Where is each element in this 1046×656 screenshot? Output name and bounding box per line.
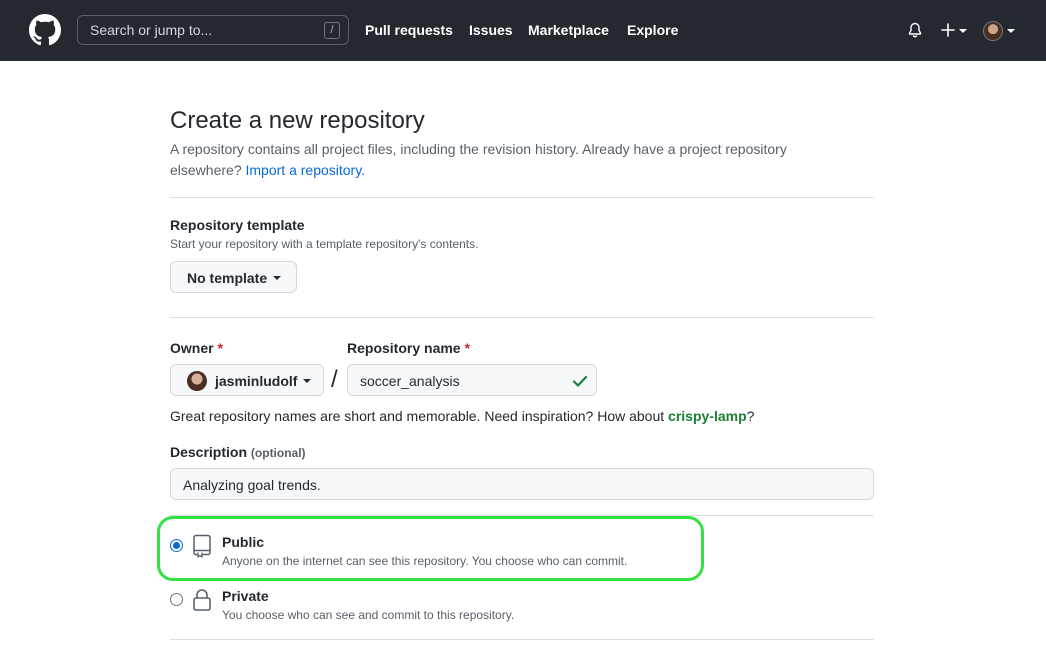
owner-avatar <box>187 371 207 391</box>
owner-repo-separator: / <box>331 366 338 393</box>
divider <box>170 197 874 198</box>
top-navbar: Search or jump to... / Pull requests Iss… <box>0 0 1046 61</box>
public-option-title[interactable]: Public <box>222 534 264 550</box>
search-shortcut-key: / <box>324 22 340 39</box>
create-new-caret-icon[interactable] <box>959 29 967 33</box>
chevron-down-icon <box>303 379 311 383</box>
helper-text: Great repository names are short and mem… <box>170 408 665 424</box>
check-icon <box>572 375 588 387</box>
private-radio[interactable] <box>170 593 183 606</box>
chevron-down-icon <box>273 276 281 280</box>
user-avatar[interactable] <box>983 21 1003 41</box>
lock-icon <box>193 589 211 611</box>
template-label: Repository template <box>170 217 305 233</box>
template-select-button[interactable]: No template <box>170 261 297 293</box>
required-marker: * <box>217 340 224 356</box>
name-suggestion-link[interactable]: crispy-lamp <box>668 408 747 424</box>
nav-explore[interactable]: Explore <box>627 22 678 38</box>
divider <box>170 317 874 318</box>
nav-pull-requests[interactable]: Pull requests <box>365 22 453 38</box>
repo-name-label-text: Repository name <box>347 340 461 356</box>
description-label-text: Description <box>170 444 248 460</box>
repo-name-input[interactable]: soccer_analysis <box>347 364 597 396</box>
page-title: Create a new repository <box>170 107 425 134</box>
repo-name-value: soccer_analysis <box>360 373 460 389</box>
template-select-label: No template <box>187 270 268 286</box>
github-logo-icon[interactable] <box>29 14 61 46</box>
owner-label: Owner * <box>170 340 223 356</box>
search-input[interactable]: Search or jump to... / <box>77 15 349 45</box>
create-new-plus-icon[interactable] <box>940 22 956 38</box>
repo-name-label: Repository name * <box>347 340 470 356</box>
search-placeholder: Search or jump to... <box>90 22 213 38</box>
repo-book-icon <box>193 534 211 558</box>
notifications-bell-icon[interactable] <box>907 22 923 39</box>
repo-name-helper: Great repository names are short and mem… <box>170 408 754 424</box>
owner-select-button[interactable]: jasminludolf <box>170 364 324 396</box>
public-radio[interactable] <box>170 539 183 552</box>
import-repository-link[interactable]: Import a repository. <box>246 162 366 178</box>
private-option-desc: You choose who can see and commit to thi… <box>222 608 515 622</box>
user-menu-caret-icon[interactable] <box>1007 29 1015 33</box>
description-label: Description (optional) <box>170 444 306 460</box>
description-input[interactable]: Analyzing goal trends. <box>170 468 874 500</box>
description-value: Analyzing goal trends. <box>183 477 321 493</box>
page-subtitle: A repository contains all project files,… <box>170 139 830 181</box>
optional-note: (optional) <box>250 446 306 460</box>
owner-label-text: Owner <box>170 340 214 356</box>
nav-marketplace[interactable]: Marketplace <box>528 22 609 38</box>
nav-issues[interactable]: Issues <box>469 22 513 38</box>
helper-end: ? <box>746 408 755 424</box>
owner-value: jasminludolf <box>215 373 298 389</box>
private-option-title[interactable]: Private <box>222 588 269 604</box>
divider <box>170 515 874 516</box>
template-note: Start your repository with a template re… <box>170 237 479 251</box>
public-option-desc: Anyone on the internet can see this repo… <box>222 554 628 568</box>
divider <box>170 639 874 640</box>
required-marker: * <box>464 340 471 356</box>
